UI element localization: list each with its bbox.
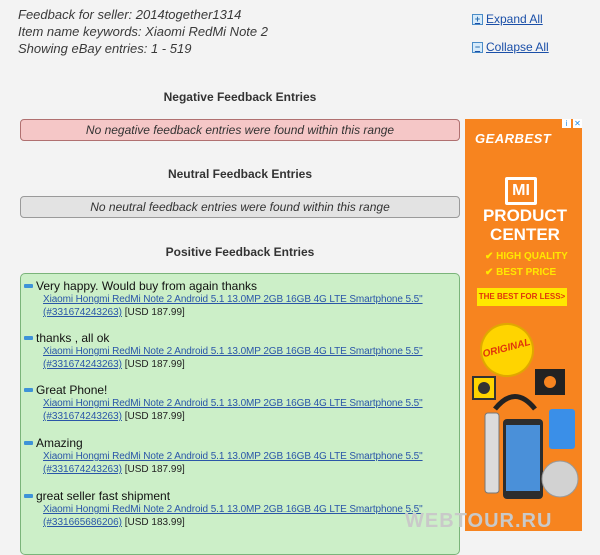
ad-headline: PRODUCT CENTER: [482, 206, 568, 244]
expand-all-label: Expand All: [486, 12, 543, 26]
collapse-all-link[interactable]: − Collapse All: [472, 40, 549, 54]
item-price: [USD 187.99]: [124, 307, 185, 318]
collapse-toggle-icon[interactable]: [24, 284, 33, 288]
expand-all-link[interactable]: + Expand All: [472, 12, 543, 26]
collapse-toggle-icon[interactable]: [24, 494, 33, 498]
item-price: [USD 183.99]: [124, 517, 185, 528]
ad-products-image: [472, 369, 579, 499]
ad-bullet-quality: ✔ HIGH QUALITY: [485, 251, 568, 262]
item-id-link[interactable]: (#331665686206): [43, 517, 122, 528]
item-link[interactable]: Xiaomi Hongmi RedMi Note 2 Android 5.1 1…: [43, 293, 454, 306]
gearbest-ad-banner[interactable]: i ✕ GEARBEST MI PRODUCT CENTER ✔ HIGH QU…: [465, 119, 582, 531]
showing-line: Showing eBay entries: 1 - 519: [18, 41, 192, 56]
plus-icon: +: [472, 13, 483, 25]
collapse-toggle-icon[interactable]: [24, 441, 33, 445]
ad-brand-logo: GEARBEST: [475, 131, 552, 146]
item-link[interactable]: Xiaomi Hongmi RedMi Note 2 Android 5.1 1…: [43, 450, 454, 463]
positive-feedback-list: Very happy. Would buy from again thanks …: [20, 273, 460, 555]
negative-section-title: Negative Feedback Entries: [163, 90, 317, 104]
collapse-toggle-icon[interactable]: [24, 336, 33, 340]
item-id-link[interactable]: (#331674243263): [43, 359, 122, 370]
ad-close-icon[interactable]: ✕: [573, 119, 582, 128]
item-price: [USD 187.99]: [124, 464, 185, 475]
item-link[interactable]: Xiaomi Hongmi RedMi Note 2 Android 5.1 1…: [43, 345, 454, 358]
ad-bullet-price: ✔ BEST PRICE: [485, 267, 557, 278]
feedback-entry: Great Phone! Xiaomi Hongmi RedMi Note 2 …: [24, 383, 454, 423]
neutral-section-title: Neutral Feedback Entries: [167, 167, 313, 181]
collapse-toggle-icon[interactable]: [24, 388, 33, 392]
ad-cta[interactable]: THE BEST FOR LESS>: [477, 288, 567, 306]
item-id-link[interactable]: (#331674243263): [43, 411, 122, 422]
keywords-line: Item name keywords: Xiaomi RedMi Note 2: [18, 24, 268, 39]
feedback-entry: Amazing Xiaomi Hongmi RedMi Note 2 Andro…: [24, 436, 454, 476]
item-link[interactable]: Xiaomi Hongmi RedMi Note 2 Android 5.1 1…: [43, 397, 454, 410]
feedback-comment: Very happy. Would buy from again thanks: [36, 279, 258, 293]
negative-empty-message: No negative feedback entries were found …: [20, 119, 460, 141]
item-id-link[interactable]: (#331674243263): [43, 464, 122, 475]
mi-logo: MI: [505, 177, 537, 205]
feedback-entry: Very happy. Would buy from again thanks …: [24, 279, 454, 319]
item-price: [USD 187.99]: [124, 359, 185, 370]
feedback-entry: great seller fast shipment Xiaomi Hongmi…: [24, 489, 454, 529]
site-watermark: WEBTOUR.RU: [405, 510, 553, 532]
report-header: Feedback for seller: 2014together1314 It…: [18, 6, 268, 57]
minus-icon: −: [472, 41, 483, 53]
feedback-entry: thanks , all ok Xiaomi Hongmi RedMi Note…: [24, 331, 454, 371]
collapse-all-label: Collapse All: [486, 40, 549, 54]
feedback-comment: great seller fast shipment: [36, 489, 171, 503]
ad-info-icon[interactable]: i: [562, 119, 571, 128]
neutral-empty-message: No neutral feedback entries were found w…: [20, 196, 460, 218]
item-price: [USD 187.99]: [124, 411, 185, 422]
feedback-comment: thanks , all ok: [36, 331, 110, 345]
feedback-comment: Amazing: [36, 436, 83, 450]
positive-section-title: Positive Feedback Entries: [165, 245, 315, 259]
item-link[interactable]: Xiaomi Hongmi RedMi Note 2 Android 5.1 1…: [43, 503, 454, 516]
seller-line: Feedback for seller: 2014together1314: [18, 7, 242, 22]
item-id-link[interactable]: (#331674243263): [43, 307, 122, 318]
feedback-comment: Great Phone!: [36, 383, 108, 397]
ad-choices[interactable]: i ✕: [562, 119, 582, 128]
